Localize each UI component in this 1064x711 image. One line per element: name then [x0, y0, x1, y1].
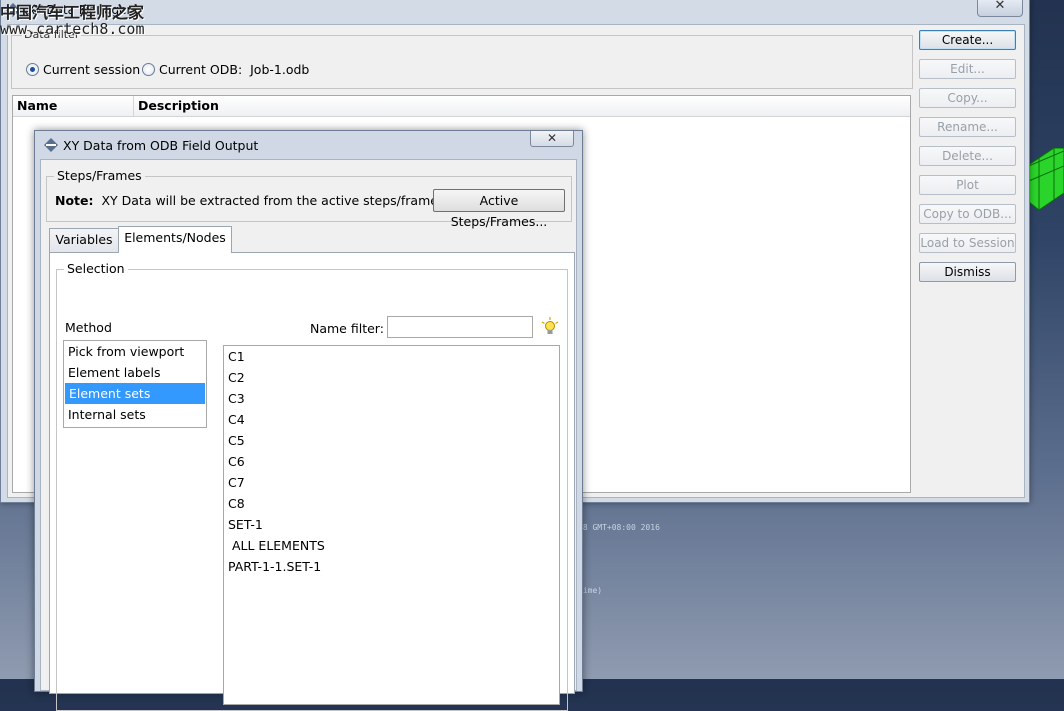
list-item[interactable]: ALL ELEMENTS [224, 535, 559, 556]
selection-title: Selection [64, 261, 128, 276]
tab-elements-nodes[interactable]: Elements/Nodes [118, 226, 232, 253]
list-item[interactable]: C5 [224, 430, 559, 451]
rename-button[interactable]: Rename... [919, 117, 1016, 137]
name-filter-label: Name filter: [310, 321, 384, 336]
watermark: 中国汽车工程师之家 www.cartech8.com [0, 4, 145, 38]
list-item[interactable]: C4 [224, 409, 559, 430]
list-item[interactable]: PART-1-1.SET-1 [224, 556, 559, 577]
manager-titlebar[interactable]: XY Data Manager ✕ [1, 0, 1029, 22]
load-to-session-button[interactable]: Load to Session [919, 233, 1016, 253]
plot-button[interactable]: Plot [919, 175, 1016, 195]
list-header: Name Description [13, 96, 910, 117]
viewport-status-text: 38 GMT+08:00 2016 [578, 523, 660, 532]
copy-to-odb-button[interactable]: Copy to ODB... [919, 204, 1016, 224]
list-item[interactable]: SET-1 [224, 514, 559, 535]
manager-close-button[interactable]: ✕ [977, 0, 1023, 17]
method-item-element-sets[interactable]: Element sets [65, 383, 205, 404]
column-divider[interactable] [133, 96, 134, 116]
method-item-internal-sets[interactable]: Internal sets [64, 404, 206, 425]
current-odb-label: Current ODB: [158, 62, 243, 77]
xy-data-from-odb-dialog: XY Data from ODB Field Output ✕ Steps/Fr… [34, 130, 583, 711]
watermark-line1: 中国汽车工程师之家 [0, 3, 145, 22]
note-text: Note: XY Data will be extracted from the… [55, 193, 444, 208]
lightbulb-icon[interactable] [541, 317, 559, 337]
method-item-element-labels[interactable]: Element labels [64, 362, 206, 383]
current-session-label: Current session [42, 62, 141, 77]
dialog-close-button[interactable]: ✕ [530, 131, 574, 147]
current-odb-radio[interactable]: Current ODB: Job-1.odb [142, 62, 309, 77]
close-icon: ✕ [994, 0, 1006, 13]
column-name-header[interactable]: Name [17, 98, 57, 113]
tab-variables[interactable]: Variables [49, 228, 119, 252]
list-item[interactable]: C6 [224, 451, 559, 472]
radio-selected-icon [26, 63, 39, 76]
column-description-header[interactable]: Description [138, 98, 219, 113]
odb-name: Job-1.odb [250, 62, 310, 77]
copy-button[interactable]: Copy... [919, 88, 1016, 108]
active-steps-frames-button[interactable]: Active Steps/Frames... [433, 189, 565, 229]
method-list[interactable]: Pick from viewport Element labels Elemen… [63, 340, 207, 428]
method-item-pick-from-viewport[interactable]: Pick from viewport [64, 341, 206, 362]
list-item[interactable]: C2 [224, 367, 559, 388]
abaqus-logo-icon [44, 138, 58, 152]
steps-frames-group: Steps/Frames Note: XY Data will be extra… [46, 168, 572, 229]
list-item[interactable]: C1 [224, 346, 559, 367]
list-item[interactable]: C8 [224, 493, 559, 514]
close-icon: ✕ [546, 131, 558, 145]
delete-button[interactable]: Delete... [919, 146, 1016, 166]
method-label: Method [65, 320, 112, 335]
name-filter-input[interactable] [387, 316, 533, 338]
create-button[interactable]: Create... [919, 30, 1016, 50]
current-session-radio[interactable]: Current session [26, 62, 140, 77]
data-filter-group: Data filter Current session Current ODB:… [11, 28, 913, 89]
watermark-line2: www.cartech8.com [0, 20, 145, 38]
steps-frames-title: Steps/Frames [54, 168, 145, 183]
note-label: Note: [55, 193, 94, 208]
element-set-list[interactable]: C1 C2 C3 C4 C5 C6 C7 C8 SET-1 ALL ELEMEN… [223, 345, 560, 705]
note-message: XY Data will be extracted from the activ… [101, 193, 445, 208]
radio-unselected-icon [142, 63, 155, 76]
edit-button[interactable]: Edit... [919, 59, 1016, 79]
dismiss-button[interactable]: Dismiss [919, 262, 1016, 282]
list-item[interactable]: C3 [224, 388, 559, 409]
dialog-title: XY Data from ODB Field Output [63, 138, 259, 153]
list-item[interactable]: C7 [224, 472, 559, 493]
dialog-body: Steps/Frames Note: XY Data will be extra… [40, 159, 577, 711]
